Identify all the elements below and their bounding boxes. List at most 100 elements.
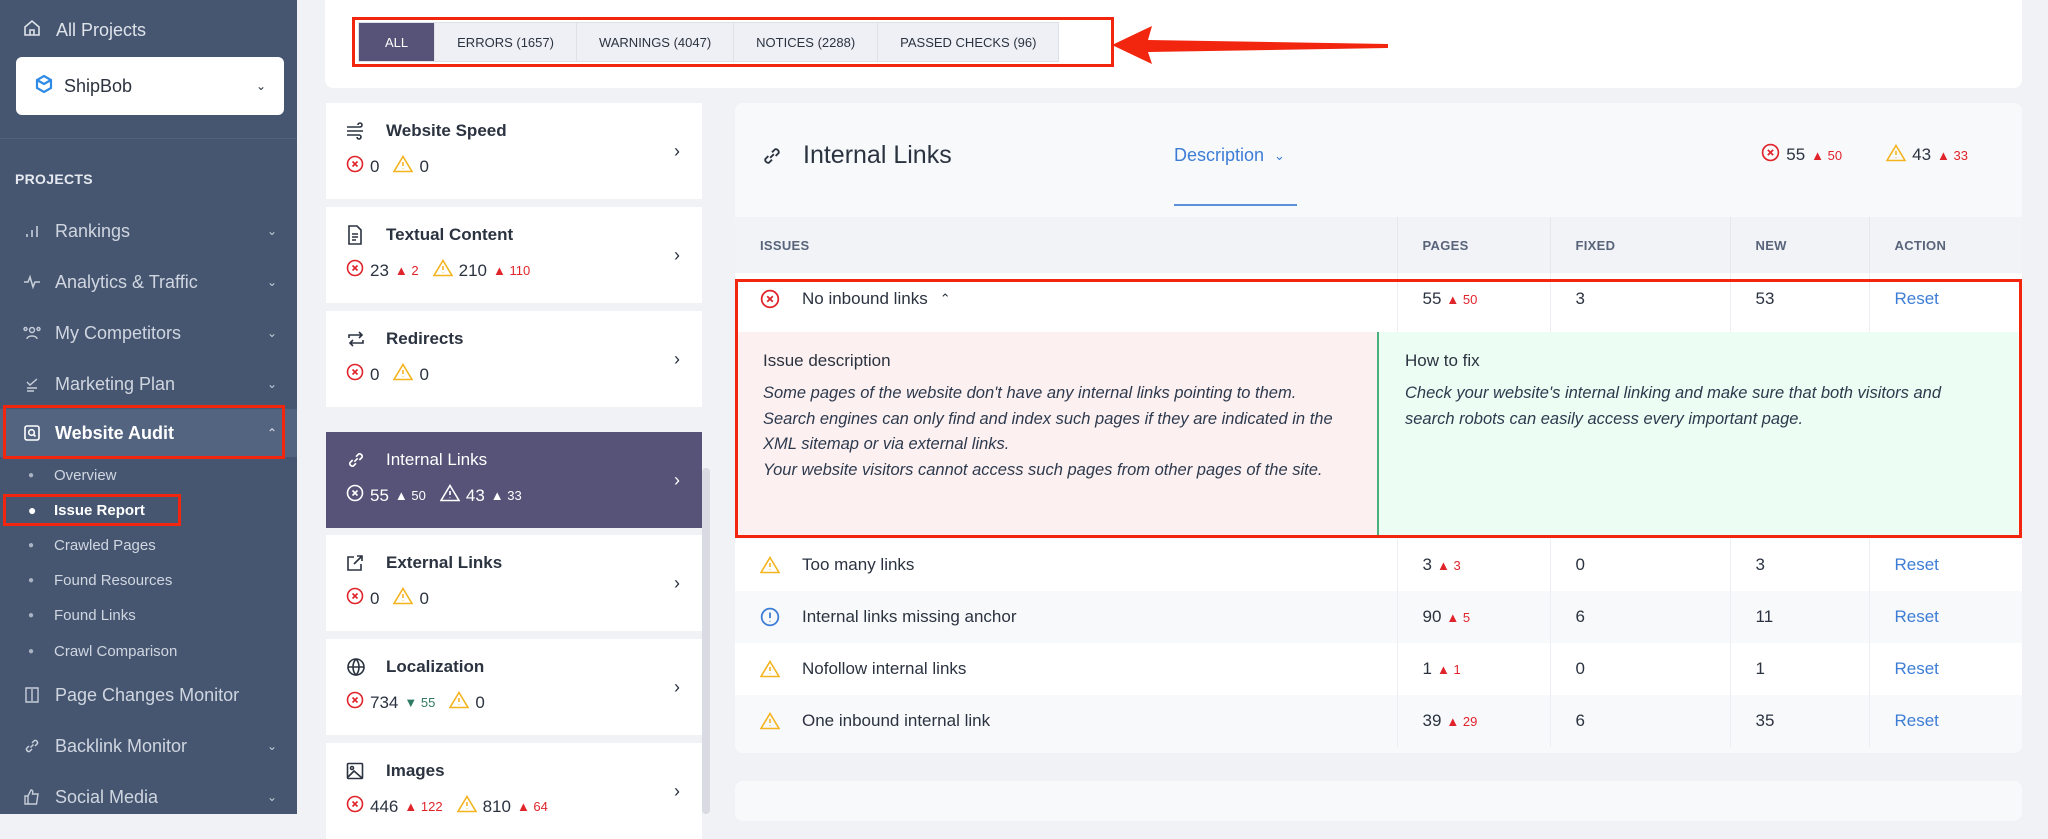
table-row[interactable]: Too many links 3 ▲ 3 0 3 Reset xyxy=(735,539,2022,591)
issue-name[interactable]: One inbound internal link xyxy=(802,711,990,731)
error-delta-down: ▼ 55 xyxy=(404,695,436,710)
category-localization[interactable]: Localization 734 ▼ 55 0 › xyxy=(326,639,702,735)
category-scrollbar[interactable] xyxy=(702,468,710,814)
chevron-right-icon: › xyxy=(674,470,680,490)
description-label: Description xyxy=(1174,145,1265,165)
sidebar-subitem-issue-report[interactable]: ● Issue Report xyxy=(0,495,145,525)
annotation-arrow-icon xyxy=(1112,26,1388,64)
bullet-icon: ● xyxy=(28,645,35,657)
globe-icon xyxy=(346,657,370,677)
table-row[interactable]: No inbound links ⌃ 55 ▲ 50 3 53 Reset xyxy=(735,273,2022,336)
category-redirects[interactable]: Redirects 0 0 › xyxy=(326,311,702,407)
description-toggle[interactable]: Description ⌄ xyxy=(1174,145,1297,166)
col-issues[interactable]: ISSUES xyxy=(735,217,1397,273)
sidebar-item-website-audit[interactable]: Website Audit ⌃ xyxy=(0,409,297,457)
pages-count[interactable]: 90 xyxy=(1423,607,1442,626)
category-images[interactable]: Images 446 ▲ 122 810 ▲ 64 › xyxy=(326,743,702,839)
sidebar-item-social-media[interactable]: Social Media ⌄ xyxy=(0,774,297,820)
project-name: ShipBob xyxy=(64,75,133,96)
error-count: 55 xyxy=(1786,145,1806,164)
sidebar-item-backlink-monitor[interactable]: Backlink Monitor ⌄ xyxy=(0,723,297,769)
speed-icon xyxy=(346,122,370,140)
reset-button[interactable]: Reset xyxy=(1895,555,1939,574)
reset-button[interactable]: Reset xyxy=(1895,659,1939,678)
tab-passed-checks[interactable]: PASSED CHECKS (96) xyxy=(878,23,1058,61)
chevron-right-icon: › xyxy=(674,573,680,593)
chevron-down-icon: ⌄ xyxy=(267,326,278,340)
issue-name[interactable]: No inbound links xyxy=(802,289,928,309)
pages-count[interactable]: 39 xyxy=(1423,711,1442,730)
issue-description-text: Some pages of the website don't have any… xyxy=(763,384,1333,453)
issue-name[interactable]: Internal links missing anchor xyxy=(802,607,1016,627)
image-icon xyxy=(346,762,370,780)
category-name: Internal Links xyxy=(386,450,488,469)
error-icon xyxy=(346,795,364,818)
compare-icon xyxy=(20,686,44,704)
col-new[interactable]: NEW xyxy=(1729,217,1869,273)
tab-errors[interactable]: ERRORS (1657) xyxy=(435,23,577,61)
table-row[interactable]: One inbound internal link 39 ▲ 29 6 35 Re… xyxy=(735,695,2022,747)
category-textual-content[interactable]: Textual Content 23 ▲ 2 210 ▲ 110 › xyxy=(326,207,702,303)
col-pages[interactable]: PAGES xyxy=(1396,217,1550,273)
warning-count: 0 xyxy=(419,156,429,176)
link-icon xyxy=(761,145,783,167)
how-to-fix-panel: How to fix Check your website's internal… xyxy=(1379,332,2018,535)
error-delta: ▲ 50 xyxy=(394,488,426,503)
new-count: 53 xyxy=(1729,273,1869,336)
pages-delta: ▲ 50 xyxy=(1446,292,1478,307)
issue-description-panel: Issue description Some pages of the webs… xyxy=(737,332,1379,535)
sidebar-subitem-found-resources[interactable]: ● Found Resources xyxy=(0,565,172,595)
warning-icon xyxy=(760,556,782,574)
chevron-down-icon: ⌄ xyxy=(267,790,278,804)
project-select[interactable]: ShipBob ⌄ xyxy=(16,57,284,115)
sidebar-item-analytics[interactable]: Analytics & Traffic ⌄ xyxy=(0,259,297,305)
category-internal-links[interactable]: Internal Links 55 ▲ 50 43 ▲ 33 › xyxy=(326,432,702,528)
sidebar-subitem-crawl-comparison[interactable]: ● Crawl Comparison xyxy=(0,636,177,666)
issue-description-text-2: Your website visitors cannot access such… xyxy=(763,460,1323,479)
how-to-fix-title: How to fix xyxy=(1405,351,1480,370)
sidebar-item-label: Analytics & Traffic xyxy=(55,271,198,292)
pages-delta: ▲ 1 xyxy=(1436,662,1461,677)
warning-delta: ▲ 110 xyxy=(493,263,531,278)
new-count: 11 xyxy=(1729,591,1869,643)
tab-notices[interactable]: NOTICES (2288) xyxy=(734,23,879,61)
all-projects-link[interactable]: All Projects xyxy=(22,18,146,43)
pages-count[interactable]: 55 xyxy=(1423,289,1442,308)
reset-button[interactable]: Reset xyxy=(1895,711,1939,730)
category-external-links[interactable]: External Links 0 0 › xyxy=(326,535,702,631)
issue-name[interactable]: Nofollow internal links xyxy=(802,659,966,679)
warning-icon xyxy=(393,154,414,178)
table-row[interactable]: Nofollow internal links 1 ▲ 1 0 1 Reset xyxy=(735,643,2022,695)
col-fixed[interactable]: FIXED xyxy=(1549,217,1730,273)
sidebar-subitem-found-links[interactable]: ● Found Links xyxy=(0,600,136,630)
sidebar-item-marketing-plan[interactable]: Marketing Plan ⌄ xyxy=(0,361,297,407)
chevron-right-icon: › xyxy=(674,677,680,697)
filter-tabs: ALL ERRORS (1657) WARNINGS (4047) NOTICE… xyxy=(358,22,1060,62)
fixed-count: 3 xyxy=(1549,273,1730,336)
sidebar-subitem-overview[interactable]: ● Overview xyxy=(0,460,117,490)
bullet-icon: ● xyxy=(28,469,35,481)
warning-icon xyxy=(393,586,414,610)
tab-all[interactable]: ALL xyxy=(359,23,436,61)
sidebar-item-competitors[interactable]: My Competitors ⌄ xyxy=(0,310,297,356)
warning-delta: ▲ 64 xyxy=(516,799,548,814)
reset-button[interactable]: Reset xyxy=(1895,607,1939,626)
new-count: 3 xyxy=(1729,539,1869,591)
notice-icon xyxy=(760,607,782,627)
reset-button[interactable]: Reset xyxy=(1895,289,1939,308)
warning-icon xyxy=(439,483,461,507)
sidebar-item-rankings[interactable]: Rankings ⌄ xyxy=(0,208,297,254)
sidebar-item-page-changes[interactable]: Page Changes Monitor xyxy=(0,672,297,718)
tab-warnings[interactable]: WARNINGS (4047) xyxy=(577,23,735,61)
category-website-speed[interactable]: Website Speed 0 0 › xyxy=(326,103,702,199)
pages-count[interactable]: 1 xyxy=(1423,659,1432,678)
pages-count[interactable]: 3 xyxy=(1423,555,1432,574)
table-row[interactable]: Internal links missing anchor 90 ▲ 5 6 11… xyxy=(735,591,2022,643)
issue-name[interactable]: Too many links xyxy=(802,555,914,575)
sidebar-subitem-crawled-pages[interactable]: ● Crawled Pages xyxy=(0,530,156,560)
chevron-up-icon[interactable]: ⌃ xyxy=(940,291,951,307)
chevron-down-icon: ⌄ xyxy=(255,79,266,93)
error-icon xyxy=(346,155,364,178)
bullet-icon: ● xyxy=(28,539,35,551)
chevron-down-icon: ⌄ xyxy=(267,275,278,289)
